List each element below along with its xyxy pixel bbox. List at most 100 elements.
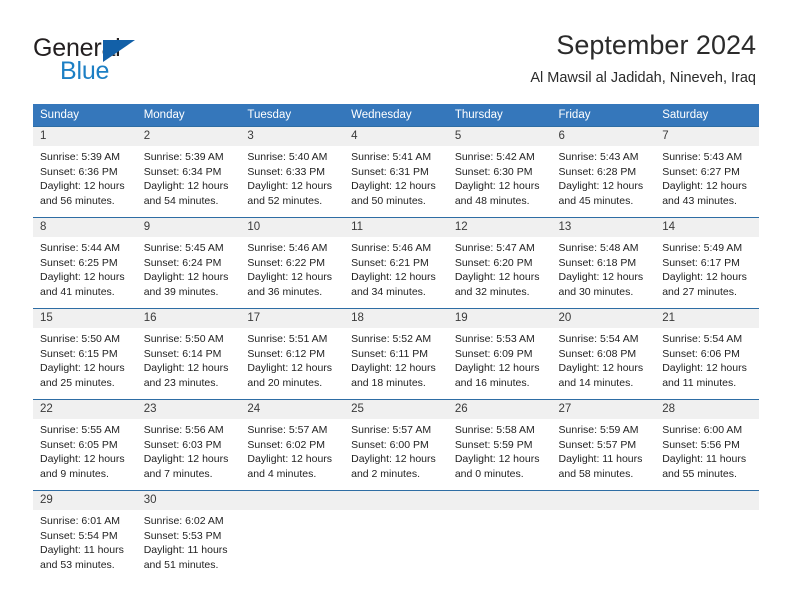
day-number bbox=[447, 491, 552, 510]
day-cell[interactable]: 13 Sunrise: 5:48 AM Sunset: 6:18 PM Dayligh… bbox=[551, 217, 656, 309]
daylight-text-line1: Daylight: 12 hours bbox=[40, 453, 125, 466]
day-cell[interactable]: 15 Sunrise: 5:50 AM Sunset: 6:15 PM Dayligh… bbox=[33, 308, 137, 400]
weekday-header-friday: Friday bbox=[551, 104, 656, 127]
sunrise-text: Sunrise: 5:40 AM bbox=[247, 151, 328, 163]
day-cell[interactable]: 27 Sunrise: 5:59 AM Sunset: 5:57 PM Dayligh… bbox=[551, 399, 656, 491]
day-number: 30 bbox=[136, 491, 241, 510]
sunset-text: Sunset: 6:25 PM bbox=[40, 256, 118, 269]
day-cell[interactable]: 12 Sunrise: 5:47 AM Sunset: 6:20 PM Dayligh… bbox=[447, 217, 552, 309]
day-cell[interactable]: 30 Sunrise: 6:02 AM Sunset: 5:53 PM Dayligh… bbox=[136, 490, 241, 579]
day-cell[interactable]: 28 Sunrise: 6:00 AM Sunset: 5:56 PM Dayligh… bbox=[655, 399, 759, 491]
location-subtitle: Al Mawsil al Jadidah, Nineveh, Iraq bbox=[530, 70, 756, 86]
sunset-text: Sunset: 6:09 PM bbox=[454, 347, 533, 360]
day-number bbox=[344, 491, 448, 510]
day-cell[interactable]: 29 Sunrise: 6:01 AM Sunset: 5:54 PM Dayligh… bbox=[33, 490, 137, 579]
sunrise-text: Sunrise: 5:55 AM bbox=[40, 424, 120, 436]
day-number: 26 bbox=[447, 400, 552, 419]
sunset-text: Sunset: 5:54 PM bbox=[40, 529, 118, 542]
day-cell[interactable]: 7 Sunrise: 5:43 AM Sunset: 6:27 PM Daylight… bbox=[655, 126, 759, 218]
sunrise-text: Sunrise: 5:46 AM bbox=[247, 242, 328, 254]
sunset-text: Sunset: 5:59 PM bbox=[454, 438, 533, 451]
sunrise-text: Sunrise: 6:00 AM bbox=[662, 424, 743, 436]
day-cell[interactable]: 19 Sunrise: 5:53 AM Sunset: 6:09 PM Dayligh… bbox=[447, 308, 552, 400]
day-cell[interactable]: 18 Sunrise: 5:52 AM Sunset: 6:11 PM Dayligh… bbox=[344, 308, 448, 400]
daylight-text-line1: Daylight: 12 hours bbox=[143, 453, 229, 466]
sunset-text: Sunset: 5:57 PM bbox=[558, 438, 637, 451]
daylight-text-line1: Daylight: 12 hours bbox=[247, 453, 333, 466]
page-header: General Blue September 2024 Al Mawsil al… bbox=[0, 0, 792, 98]
day-cell[interactable]: 4 Sunrise: 5:41 AM Sunset: 6:31 PM Daylight… bbox=[344, 126, 448, 218]
day-cell[interactable]: 25 Sunrise: 5:57 AM Sunset: 6:00 PM Dayligh… bbox=[344, 399, 448, 491]
daylight-text-line2: and 50 minutes. bbox=[351, 195, 426, 208]
sunset-text: Sunset: 6:28 PM bbox=[558, 165, 637, 178]
sunrise-text: Sunrise: 5:48 AM bbox=[558, 242, 639, 254]
daylight-text-line1: Daylight: 12 hours bbox=[558, 271, 644, 284]
day-cell[interactable]: 11 Sunrise: 5:46 AM Sunset: 6:21 PM Dayligh… bbox=[344, 217, 448, 309]
sunrise-text: Sunrise: 5:56 AM bbox=[143, 424, 224, 436]
sunset-text: Sunset: 5:56 PM bbox=[662, 438, 740, 451]
sunset-text: Sunset: 6:12 PM bbox=[247, 347, 326, 360]
day-cell[interactable]: 21 Sunrise: 5:54 AM Sunset: 6:06 PM Dayligh… bbox=[655, 308, 759, 400]
weekday-header-thursday: Thursday bbox=[447, 104, 552, 127]
daylight-text-line2: and 20 minutes. bbox=[247, 377, 323, 390]
week-row: 8 Sunrise: 5:44 AM Sunset: 6:25 PM Daylight… bbox=[33, 217, 759, 309]
day-cell-empty bbox=[655, 490, 759, 579]
sunset-text: Sunset: 6:15 PM bbox=[40, 347, 118, 360]
day-cell[interactable]: 6 Sunrise: 5:43 AM Sunset: 6:28 PM Daylight… bbox=[551, 126, 656, 218]
daylight-text-line1: Daylight: 12 hours bbox=[351, 453, 436, 466]
daylight-text-line1: Daylight: 12 hours bbox=[247, 271, 333, 284]
daylight-text-line2: and 34 minutes. bbox=[351, 286, 426, 299]
day-cell[interactable]: 1 Sunrise: 5:39 AM Sunset: 6:36 PM Daylight… bbox=[33, 126, 137, 218]
sunset-text: Sunset: 6:22 PM bbox=[247, 256, 326, 269]
daylight-text-line2: and 56 minutes. bbox=[40, 195, 115, 208]
day-cell[interactable]: 10 Sunrise: 5:46 AM Sunset: 6:22 PM Dayligh… bbox=[240, 217, 345, 309]
day-cell[interactable]: 8 Sunrise: 5:44 AM Sunset: 6:25 PM Daylight… bbox=[33, 217, 137, 309]
sunrise-text: Sunrise: 5:42 AM bbox=[454, 151, 535, 163]
daylight-text-line1: Daylight: 12 hours bbox=[351, 180, 436, 193]
sunrise-text: Sunrise: 6:01 AM bbox=[40, 515, 120, 527]
daylight-text-line2: and 55 minutes. bbox=[662, 468, 737, 481]
logo-text-blue: Blue bbox=[60, 57, 110, 85]
week-row: 1 Sunrise: 5:39 AM Sunset: 6:36 PM Daylight… bbox=[33, 126, 759, 218]
sunrise-text: Sunrise: 5:43 AM bbox=[662, 151, 743, 163]
day-cell-empty bbox=[240, 490, 345, 579]
calendar-page: General Blue September 2024 Al Mawsil al… bbox=[0, 0, 792, 612]
day-cell[interactable]: 16 Sunrise: 5:50 AM Sunset: 6:14 PM Dayligh… bbox=[136, 308, 241, 400]
day-cell[interactable]: 2 Sunrise: 5:39 AM Sunset: 6:34 PM Daylight… bbox=[136, 126, 241, 218]
daylight-text-line1: Daylight: 12 hours bbox=[40, 180, 125, 193]
daylight-text-line2: and 9 minutes. bbox=[40, 468, 109, 481]
day-cell[interactable]: 9 Sunrise: 5:45 AM Sunset: 6:24 PM Daylight… bbox=[136, 217, 241, 309]
daylight-text-line1: Daylight: 12 hours bbox=[558, 180, 644, 193]
daylight-text-line1: Daylight: 12 hours bbox=[143, 271, 229, 284]
daylight-text-line2: and 36 minutes. bbox=[247, 286, 323, 299]
day-cell[interactable]: 26 Sunrise: 5:58 AM Sunset: 5:59 PM Dayligh… bbox=[447, 399, 552, 491]
day-cell[interactable]: 22 Sunrise: 5:55 AM Sunset: 6:05 PM Dayligh… bbox=[33, 399, 137, 491]
day-number: 18 bbox=[344, 309, 448, 328]
daylight-text-line2: and 25 minutes. bbox=[40, 377, 115, 390]
sunset-text: Sunset: 6:11 PM bbox=[351, 347, 428, 360]
day-cell[interactable]: 23 Sunrise: 5:56 AM Sunset: 6:03 PM Dayligh… bbox=[136, 399, 241, 491]
sunset-text: Sunset: 6:20 PM bbox=[454, 256, 533, 269]
day-cell[interactable]: 3 Sunrise: 5:40 AM Sunset: 6:33 PM Daylight… bbox=[240, 126, 345, 218]
sunset-text: Sunset: 6:06 PM bbox=[662, 347, 740, 360]
sunrise-text: Sunrise: 5:46 AM bbox=[351, 242, 432, 254]
day-number: 9 bbox=[136, 218, 241, 237]
daylight-text-line2: and 2 minutes. bbox=[351, 468, 420, 481]
sunset-text: Sunset: 6:33 PM bbox=[247, 165, 326, 178]
week-row: 22 Sunrise: 5:55 AM Sunset: 6:05 PM Dayligh… bbox=[33, 399, 759, 491]
day-number: 28 bbox=[655, 400, 759, 419]
daylight-text-line2: and 23 minutes. bbox=[143, 377, 219, 390]
weekday-header-tuesday: Tuesday bbox=[240, 104, 345, 127]
daylight-text-line1: Daylight: 12 hours bbox=[454, 180, 540, 193]
day-number: 13 bbox=[551, 218, 656, 237]
daylight-text-line1: Daylight: 12 hours bbox=[351, 271, 436, 284]
sunrise-text: Sunrise: 5:45 AM bbox=[143, 242, 224, 254]
daylight-text-line1: Daylight: 12 hours bbox=[662, 180, 747, 193]
day-cell[interactable]: 5 Sunrise: 5:42 AM Sunset: 6:30 PM Daylight… bbox=[447, 126, 552, 218]
day-cell[interactable]: 17 Sunrise: 5:51 AM Sunset: 6:12 PM Dayligh… bbox=[240, 308, 345, 400]
day-number: 1 bbox=[33, 127, 137, 146]
day-cell[interactable]: 14 Sunrise: 5:49 AM Sunset: 6:17 PM Dayligh… bbox=[655, 217, 759, 309]
day-number bbox=[551, 491, 656, 510]
day-cell[interactable]: 20 Sunrise: 5:54 AM Sunset: 6:08 PM Dayligh… bbox=[551, 308, 656, 400]
day-cell[interactable]: 24 Sunrise: 5:57 AM Sunset: 6:02 PM Dayligh… bbox=[240, 399, 345, 491]
